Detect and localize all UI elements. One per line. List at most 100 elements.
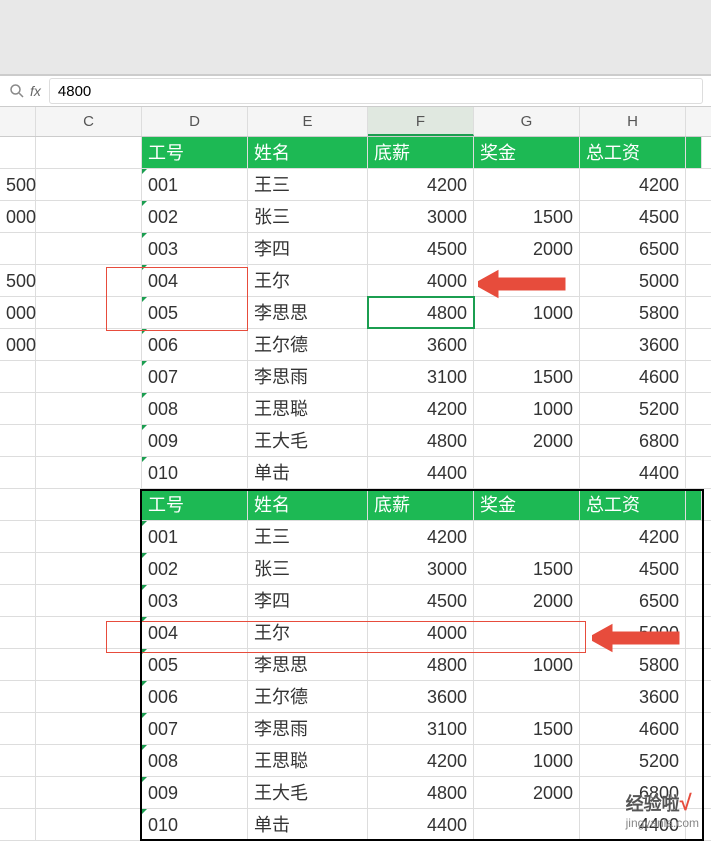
cell[interactable]: [36, 329, 142, 360]
cell[interactable]: [36, 681, 142, 712]
cell[interactable]: 003: [142, 585, 248, 616]
cell[interactable]: [0, 521, 36, 552]
cell[interactable]: 4400: [368, 457, 474, 488]
cell[interactable]: 1500: [474, 361, 580, 392]
cell[interactable]: 4800: [368, 777, 474, 808]
cell[interactable]: [0, 457, 36, 488]
cell[interactable]: 2000: [474, 585, 580, 616]
cell[interactable]: 001: [142, 521, 248, 552]
cell[interactable]: [36, 169, 142, 200]
cell[interactable]: 500: [0, 169, 36, 200]
cell[interactable]: 3100: [368, 713, 474, 744]
cell[interactable]: [36, 297, 142, 328]
cell[interactable]: 5800: [580, 649, 686, 680]
header-cell[interactable]: 姓名: [248, 489, 368, 520]
cell[interactable]: [474, 329, 580, 360]
cell[interactable]: 3600: [368, 681, 474, 712]
cell[interactable]: 王三: [248, 169, 368, 200]
cell[interactable]: [36, 553, 142, 584]
cell[interactable]: [686, 137, 702, 168]
cell[interactable]: [36, 777, 142, 808]
header-cell[interactable]: 总工资: [580, 489, 686, 520]
cell[interactable]: 500: [0, 265, 36, 296]
cell[interactable]: 4600: [580, 361, 686, 392]
cell[interactable]: [474, 457, 580, 488]
cell[interactable]: 1000: [474, 745, 580, 776]
cell[interactable]: 010: [142, 809, 248, 840]
cell[interactable]: 009: [142, 425, 248, 456]
cell[interactable]: 4800: [368, 649, 474, 680]
cell[interactable]: 6500: [580, 233, 686, 264]
cell[interactable]: 王思聪: [248, 745, 368, 776]
cell[interactable]: 李思雨: [248, 713, 368, 744]
cell[interactable]: 003: [142, 233, 248, 264]
cell[interactable]: 1500: [474, 553, 580, 584]
cell[interactable]: 3100: [368, 361, 474, 392]
cell[interactable]: [0, 617, 36, 648]
cell[interactable]: 1000: [474, 649, 580, 680]
cell[interactable]: 002: [142, 201, 248, 232]
cell[interactable]: 3600: [580, 681, 686, 712]
cell[interactable]: 4800: [368, 425, 474, 456]
cell[interactable]: 5200: [580, 393, 686, 424]
cell[interactable]: 005: [142, 649, 248, 680]
cell[interactable]: 5800: [580, 297, 686, 328]
cell[interactable]: 4600: [580, 713, 686, 744]
cell[interactable]: 1500: [474, 201, 580, 232]
header-cell[interactable]: 姓名: [248, 137, 368, 168]
cell[interactable]: 李四: [248, 233, 368, 264]
cell[interactable]: [0, 553, 36, 584]
header-cell[interactable]: 工号: [142, 489, 248, 520]
cell[interactable]: [474, 617, 580, 648]
col-header-e[interactable]: E: [248, 107, 368, 136]
cell[interactable]: 王大毛: [248, 777, 368, 808]
cell[interactable]: [0, 809, 36, 840]
cell[interactable]: [0, 713, 36, 744]
cell[interactable]: [686, 489, 702, 520]
cell[interactable]: 5000: [580, 265, 686, 296]
cell[interactable]: [36, 585, 142, 616]
cell[interactable]: 006: [142, 329, 248, 360]
cell[interactable]: 000: [0, 297, 36, 328]
header-cell[interactable]: 底薪: [368, 489, 474, 520]
cell[interactable]: 王尔: [248, 617, 368, 648]
cell[interactable]: 2000: [474, 233, 580, 264]
cell[interactable]: [0, 425, 36, 456]
col-header-c[interactable]: C: [36, 107, 142, 136]
col-header-h[interactable]: H: [580, 107, 686, 136]
cell[interactable]: 008: [142, 393, 248, 424]
cell[interactable]: [0, 489, 36, 520]
cell[interactable]: 004: [142, 617, 248, 648]
cell[interactable]: 单击: [248, 457, 368, 488]
cell[interactable]: 1000: [474, 393, 580, 424]
cell[interactable]: 4000: [368, 617, 474, 648]
header-cell[interactable]: 工号: [142, 137, 248, 168]
cell[interactable]: 006: [142, 681, 248, 712]
col-header-f[interactable]: F: [368, 107, 474, 136]
cell[interactable]: [36, 425, 142, 456]
formula-input[interactable]: [49, 78, 703, 104]
cell[interactable]: 005: [142, 297, 248, 328]
cell[interactable]: [36, 137, 142, 168]
header-cell[interactable]: 总工资: [580, 137, 686, 168]
cell[interactable]: [36, 617, 142, 648]
cell[interactable]: 007: [142, 713, 248, 744]
cell[interactable]: 1000: [474, 297, 580, 328]
cell[interactable]: [0, 649, 36, 680]
cell[interactable]: 3000: [368, 201, 474, 232]
cell[interactable]: 001: [142, 169, 248, 200]
cell[interactable]: 王尔德: [248, 329, 368, 360]
cell[interactable]: 4400: [580, 457, 686, 488]
cell[interactable]: [474, 521, 580, 552]
cell[interactable]: 李思思: [248, 297, 368, 328]
cell[interactable]: [36, 265, 142, 296]
cell[interactable]: [474, 681, 580, 712]
cell[interactable]: 4500: [580, 201, 686, 232]
cell[interactable]: [36, 361, 142, 392]
cell[interactable]: 4500: [580, 553, 686, 584]
cell[interactable]: [36, 201, 142, 232]
cell[interactable]: [0, 393, 36, 424]
cell[interactable]: [0, 137, 36, 168]
cell[interactable]: 张三: [248, 201, 368, 232]
cell[interactable]: [36, 713, 142, 744]
